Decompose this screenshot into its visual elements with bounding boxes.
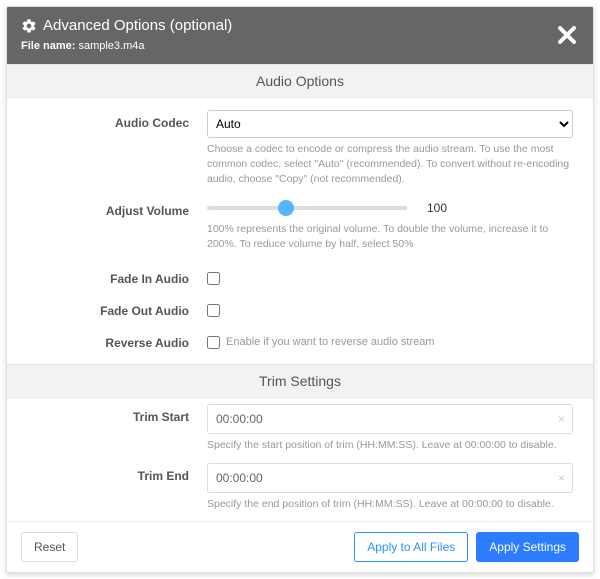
- trim-end-clear[interactable]: ×: [558, 471, 565, 485]
- dialog-footer: Reset Apply to All Files Apply Settings: [7, 521, 593, 572]
- close-button[interactable]: [557, 25, 577, 50]
- volume-slider[interactable]: [207, 198, 407, 218]
- reverse-row: Reverse Audio Enable if you want to reve…: [7, 324, 593, 354]
- reset-button[interactable]: Reset: [21, 532, 78, 562]
- gear-icon: [21, 18, 37, 34]
- audio-options-area: Audio Codec Auto Choose a codec to encod…: [7, 98, 593, 364]
- reverse-checkbox[interactable]: [207, 336, 220, 349]
- fade-out-checkbox[interactable]: [207, 304, 220, 317]
- volume-label: Adjust Volume: [7, 198, 207, 252]
- fade-in-row: Fade In Audio: [7, 260, 593, 292]
- trim-end-help: Specify the end position of trim (HH:MM:…: [207, 497, 573, 512]
- apply-all-button[interactable]: Apply to All Files: [354, 532, 468, 562]
- reverse-label: Reverse Audio: [7, 330, 207, 350]
- advanced-options-dialog: Advanced Options (optional) File name: s…: [6, 6, 594, 573]
- fade-in-label: Fade In Audio: [7, 266, 207, 288]
- fade-out-row: Fade Out Audio: [7, 292, 593, 324]
- close-icon: [557, 25, 577, 45]
- trim-end-input[interactable]: [207, 463, 573, 493]
- trim-start-row: Trim Start × Specify the start position …: [7, 398, 593, 457]
- file-name-label: File name:: [21, 40, 75, 52]
- title-row: Advanced Options (optional): [21, 17, 579, 34]
- audio-section-heading: Audio Options: [7, 64, 593, 98]
- volume-help: 100% represents the original volume. To …: [207, 222, 573, 252]
- trim-start-help: Specify the start position of trim (HH:M…: [207, 438, 573, 453]
- audio-codec-select[interactable]: Auto: [207, 110, 573, 138]
- volume-row: Adjust Volume 100 100% represents the or…: [7, 192, 593, 256]
- apply-settings-button[interactable]: Apply Settings: [476, 532, 579, 562]
- volume-value: 100: [427, 201, 447, 215]
- trim-start-clear[interactable]: ×: [558, 412, 565, 426]
- dialog-title: Advanced Options (optional): [43, 17, 232, 34]
- file-name-value: sample3.m4a: [78, 40, 144, 52]
- trim-start-label: Trim Start: [7, 404, 207, 453]
- trim-end-row: Trim End × Specify the end position of t…: [7, 457, 593, 516]
- trim-section-heading: Trim Settings: [7, 364, 593, 398]
- trim-settings-area: Trim Start × Specify the start position …: [7, 398, 593, 520]
- fade-out-label: Fade Out Audio: [7, 298, 207, 320]
- reverse-hint: Enable if you want to reverse audio stre…: [226, 336, 435, 348]
- audio-codec-row: Audio Codec Auto Choose a codec to encod…: [7, 104, 593, 192]
- slider-track: [207, 206, 407, 210]
- fade-in-checkbox[interactable]: [207, 272, 220, 285]
- audio-codec-help: Choose a codec to encode or compress the…: [207, 142, 573, 188]
- trim-start-input[interactable]: [207, 404, 573, 434]
- dialog-header: Advanced Options (optional) File name: s…: [7, 7, 593, 64]
- slider-thumb[interactable]: [278, 200, 294, 216]
- file-name-row: File name: sample3.m4a: [21, 40, 579, 52]
- audio-codec-label: Audio Codec: [7, 110, 207, 188]
- trim-end-label: Trim End: [7, 463, 207, 512]
